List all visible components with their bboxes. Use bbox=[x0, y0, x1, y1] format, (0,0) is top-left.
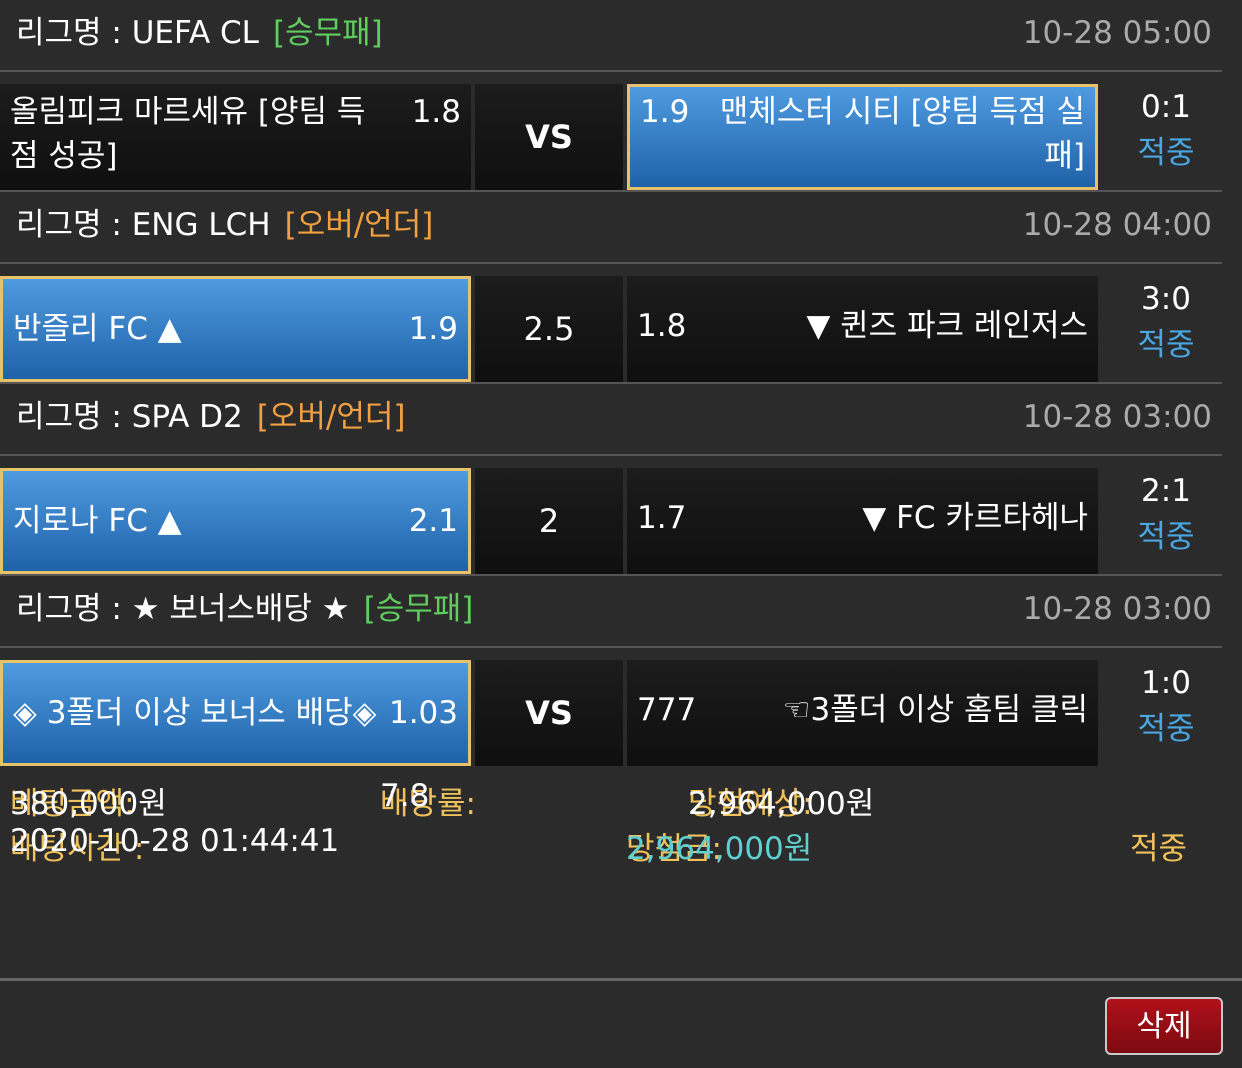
bet-summary: 베팅금액: 380,000원 배당률: 7.8 당첨예상: 2,964,000원… bbox=[10, 778, 1188, 867]
home-odd: 1.03 bbox=[388, 695, 458, 731]
home-odd: 2.1 bbox=[408, 503, 458, 539]
score: 2:1 bbox=[1141, 473, 1191, 509]
match-row: 올림피크 마르세유 [양팀 득점 성공] 1.8 VS 1.9 맨체스터 시티 … bbox=[0, 72, 1224, 190]
home-odd: 1.8 bbox=[411, 94, 461, 130]
league-name: 리그명 : SPA D2 [오버/언더] bbox=[16, 399, 406, 435]
home-team-name: 반즐리 FC ▲ bbox=[13, 311, 182, 347]
league-header: 리그명 : UEFA CL [승무패] 10-28 05:00 bbox=[0, 0, 1222, 72]
league-header: 리그명 : SPA D2 [오버/언더] 10-28 03:00 bbox=[0, 384, 1222, 456]
middle-value: 2.5 bbox=[523, 310, 575, 348]
away-odd: 1.8 bbox=[637, 308, 687, 344]
league-name: 리그명 : ENG LCH [오버/언더] bbox=[16, 207, 434, 243]
away-team-name: ▼ 퀸즈 파크 레인저스 bbox=[806, 308, 1088, 344]
match-row: 지로나 FC ▲ 2.1 2 1.7 ▼ FC 카르타헤나 2:1 적중 bbox=[0, 456, 1224, 574]
match-row: 반즐리 FC ▲ 1.9 2.5 1.8 ▼ 퀸즈 파크 레인저스 3:0 적중 bbox=[0, 264, 1224, 382]
draw-cell[interactable]: VS bbox=[475, 84, 623, 190]
away-team-name: ☜3폴더 이상 홈팀 클릭 bbox=[782, 692, 1088, 728]
bet-status: 적중 bbox=[1130, 831, 1188, 867]
away-team-cell[interactable]: 1.7 ▼ FC 카르타헤나 bbox=[627, 468, 1098, 574]
match-result: 1:0 적중 bbox=[1108, 660, 1224, 752]
match-time: 10-28 03:00 bbox=[1022, 399, 1212, 435]
bet-type: [오버/언더] bbox=[284, 207, 434, 243]
league-name: 리그명 : ★ 보너스배당 ★ [승무패] bbox=[16, 591, 474, 627]
score: 3:0 bbox=[1141, 281, 1191, 317]
bet-type: [승무패] bbox=[363, 591, 474, 627]
home-team-cell[interactable]: 올림피크 마르세유 [양팀 득점 성공] 1.8 bbox=[0, 84, 471, 190]
delete-button[interactable]: 삭제 bbox=[1105, 997, 1223, 1055]
away-team-name: ▼ FC 카르타헤나 bbox=[862, 500, 1088, 536]
match-time: 10-28 04:00 bbox=[1022, 207, 1212, 243]
home-team-name: ◈ 3폴더 이상 보너스 배당◈ bbox=[13, 695, 377, 731]
middle-value: VS bbox=[525, 694, 573, 732]
middle-value: 2 bbox=[538, 502, 560, 540]
match-result: 3:0 적중 bbox=[1108, 276, 1224, 368]
away-odd: 1.7 bbox=[637, 500, 687, 536]
match-result: 0:1 적중 bbox=[1108, 84, 1224, 176]
middle-value: VS bbox=[525, 118, 573, 156]
bet-type: [오버/언더] bbox=[256, 399, 406, 435]
result-status: 적중 bbox=[1137, 327, 1195, 363]
match-result: 2:1 적중 bbox=[1108, 468, 1224, 560]
handicap-cell[interactable]: 2.5 bbox=[475, 276, 623, 382]
home-team-name: 올림피크 마르세유 [양팀 득점 성공] bbox=[10, 94, 366, 174]
match-time: 10-28 05:00 bbox=[1022, 15, 1212, 51]
handicap-cell[interactable]: 2 bbox=[475, 468, 623, 574]
league-header: 리그명 : ★ 보너스배당 ★ [승무패] 10-28 03:00 bbox=[0, 576, 1222, 648]
match-row: ◈ 3폴더 이상 보너스 배당◈ 1.03 VS 777 ☜3폴더 이상 홈팀 … bbox=[0, 648, 1224, 766]
home-team-cell[interactable]: ◈ 3폴더 이상 보너스 배당◈ 1.03 bbox=[0, 660, 471, 766]
bet-type: [승무패] bbox=[272, 15, 383, 51]
league-header: 리그명 : ENG LCH [오버/언더] 10-28 04:00 bbox=[0, 192, 1222, 264]
away-team-cell[interactable]: 1.9 맨체스터 시티 [양팀 득점 실 패] bbox=[627, 84, 1098, 190]
draw-cell[interactable]: VS bbox=[475, 660, 623, 766]
away-odd: 1.9 bbox=[640, 94, 690, 130]
away-odd: 777 bbox=[637, 692, 697, 728]
result-status: 적중 bbox=[1137, 711, 1195, 747]
match-time: 10-28 03:00 bbox=[1022, 591, 1212, 627]
score: 1:0 bbox=[1141, 665, 1191, 701]
home-team-cell[interactable]: 반즐리 FC ▲ 1.9 bbox=[0, 276, 471, 382]
home-team-cell[interactable]: 지로나 FC ▲ 2.1 bbox=[0, 468, 471, 574]
away-team-name: 맨체스터 시티 [양팀 득점 실 패] bbox=[719, 94, 1085, 174]
result-status: 적중 bbox=[1137, 135, 1195, 171]
away-team-cell[interactable]: 777 ☜3폴더 이상 홈팀 클릭 bbox=[627, 660, 1098, 766]
away-team-cell[interactable]: 1.8 ▼ 퀸즈 파크 레인저스 bbox=[627, 276, 1098, 382]
home-team-name: 지로나 FC ▲ bbox=[13, 503, 182, 539]
score: 0:1 bbox=[1141, 89, 1191, 125]
result-status: 적중 bbox=[1137, 519, 1195, 555]
divider bbox=[0, 978, 1242, 981]
league-name: 리그명 : UEFA CL [승무패] bbox=[16, 15, 383, 51]
home-odd: 1.9 bbox=[408, 311, 458, 347]
